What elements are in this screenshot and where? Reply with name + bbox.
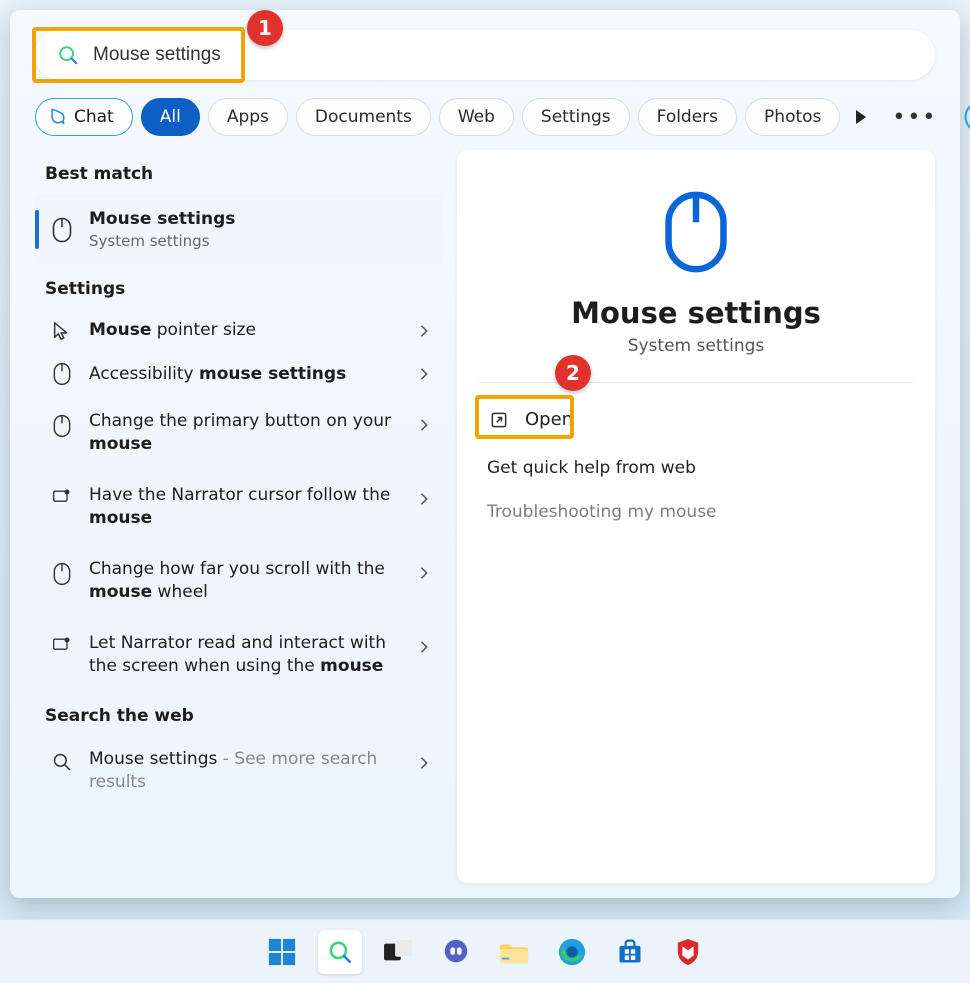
annotation-badge-1: 1: [247, 10, 283, 46]
taskbar-search[interactable]: [318, 930, 362, 974]
edge-icon: [557, 937, 587, 967]
search-panel: 1 Chat All Apps Documents Web Settings F…: [10, 10, 960, 898]
mouse-icon: [53, 362, 71, 386]
bing-icon[interactable]: [963, 100, 970, 134]
settings-item-accessibility-mouse[interactable]: Accessibility mouse settings: [35, 352, 443, 396]
section-best-match: Best match: [45, 164, 443, 184]
troubleshoot-link[interactable]: Troubleshooting my mouse: [487, 502, 913, 522]
best-match-subtitle: System settings: [89, 231, 431, 251]
chip-chat[interactable]: Chat: [35, 98, 133, 136]
search-icon: [327, 939, 353, 965]
open-button[interactable]: Open: [479, 401, 583, 438]
mcafee-app[interactable]: [666, 930, 710, 974]
search-icon: [57, 44, 79, 66]
chevron-right-icon: [417, 640, 431, 654]
chip-settings[interactable]: Settings: [522, 98, 630, 136]
chevron-right-icon: [417, 367, 431, 381]
chevron-right-icon: [417, 492, 431, 506]
search-icon: [52, 752, 72, 772]
task-view[interactable]: [376, 930, 420, 974]
chevron-right-icon: [417, 324, 431, 338]
store-icon: [616, 938, 644, 966]
edge-browser[interactable]: [550, 930, 594, 974]
mouse-icon: [53, 414, 71, 438]
mouse-icon: [52, 217, 72, 243]
preview-subtitle: System settings: [479, 336, 913, 356]
web-result[interactable]: Mouse settings - See more search results: [35, 736, 443, 806]
chip-folders[interactable]: Folders: [638, 98, 737, 136]
chevron-right-icon: [417, 756, 431, 770]
scroll-right-icon[interactable]: [856, 110, 866, 124]
mouse-icon: [53, 562, 71, 586]
preview-title: Mouse settings: [479, 296, 913, 330]
open-icon: [489, 410, 509, 430]
taskbar-chat[interactable]: [434, 930, 478, 974]
preview-pane: Mouse settings System settings Open 2 Ge…: [457, 150, 935, 883]
settings-item-narrator-screen[interactable]: Let Narrator read and interact with the …: [35, 618, 443, 692]
settings-item-primary-button[interactable]: Change the primary button on your mouse: [35, 396, 443, 470]
chip-chat-label: Chat: [74, 107, 114, 127]
settings-item-scroll-wheel[interactable]: Change how far you scroll with the mouse…: [35, 544, 443, 618]
chip-photos[interactable]: Photos: [745, 98, 840, 136]
chip-apps[interactable]: Apps: [208, 98, 288, 136]
open-label: Open: [525, 409, 573, 430]
section-search-web: Search the web: [45, 706, 443, 726]
chip-documents[interactable]: Documents: [296, 98, 431, 136]
best-match-title: Mouse settings: [89, 208, 431, 231]
chip-web[interactable]: Web: [439, 98, 514, 136]
chevron-right-icon: [417, 566, 431, 580]
chevron-right-icon: [417, 418, 431, 432]
divider: [479, 382, 913, 383]
bing-chat-icon: [48, 107, 68, 127]
chip-all[interactable]: All: [141, 98, 200, 136]
cursor-icon: [51, 320, 73, 342]
microsoft-store[interactable]: [608, 930, 652, 974]
section-settings: Settings: [45, 279, 443, 299]
search-box[interactable]: [35, 30, 935, 80]
filter-chips: Chat All Apps Documents Web Settings Fol…: [35, 98, 935, 136]
settings-item-pointer-size[interactable]: Mouse pointer size: [35, 309, 443, 352]
narrator-icon: [52, 636, 72, 654]
windows-icon: [267, 937, 297, 967]
shield-icon: [675, 937, 701, 967]
taskbar: [0, 919, 970, 983]
chat-icon: [441, 937, 471, 967]
annotation-badge-2: 2: [555, 355, 591, 391]
more-icon[interactable]: •••: [892, 105, 937, 130]
folder-icon: [498, 938, 530, 966]
file-explorer[interactable]: [492, 930, 536, 974]
settings-item-narrator-follow[interactable]: Have the Narrator cursor follow the mous…: [35, 470, 443, 544]
narrator-icon: [52, 488, 72, 506]
best-match-result[interactable]: Mouse settings System settings: [35, 194, 443, 265]
mouse-hero-icon: [663, 190, 729, 274]
results-column: Best match Mouse settings System setting…: [35, 150, 443, 883]
search-input[interactable]: [93, 44, 913, 66]
quick-help-header: Get quick help from web: [487, 458, 913, 478]
task-view-icon: [383, 939, 413, 965]
start-button[interactable]: [260, 930, 304, 974]
